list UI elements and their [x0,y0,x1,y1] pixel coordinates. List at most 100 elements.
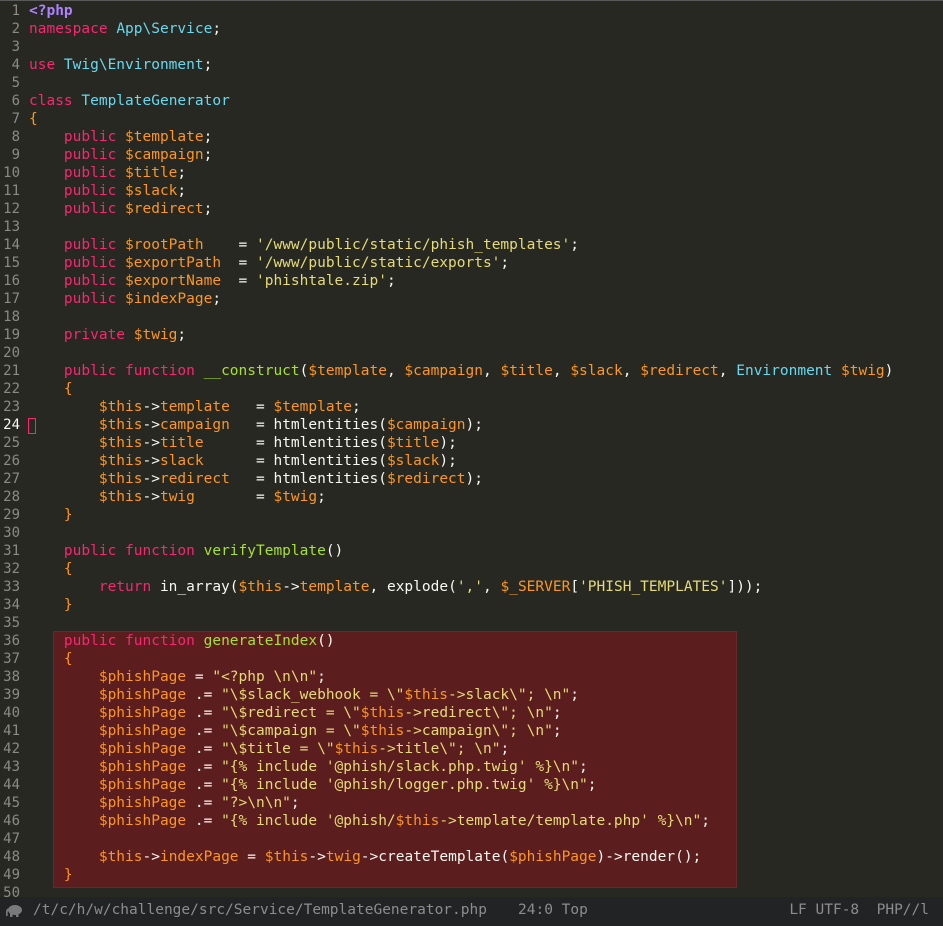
code-line[interactable]: public function verifyTemplate() [29,542,943,560]
code-line[interactable]: $this->redirect = htmlentities($redirect… [29,470,943,488]
code-line[interactable] [29,830,943,848]
code-token: .= [186,723,222,739]
code-line[interactable]: $this->indexPage = $this->twig->createTe… [29,848,943,866]
code-token: "\$slack_webhook = \" [221,687,405,703]
code-token: ; [177,183,187,199]
code-token: , [483,363,501,379]
code-token: Environment [736,363,841,379]
code-token: private [29,327,134,343]
code-line[interactable]: $this->campaign = htmlentities($campaign… [29,416,943,434]
line-number: 27 [3,471,20,487]
code-line[interactable]: use Twig\Environment; [29,56,943,74]
code-token: $redirect [640,363,719,379]
code-token: -> [142,417,160,433]
code-token: public [29,183,126,199]
code-token: campaign [159,417,230,433]
code-token: "\$title = \" [221,741,335,757]
code-token: "\$campaign = \" [221,723,361,739]
code-editor[interactable]: 1 2 3 4 5 6 7 8 9 10 11 12 13 14 15 16 17 18 19 20 21 22 23 24 2… [0,0,943,898]
code-line[interactable] [29,218,943,236]
code-line[interactable] [29,344,943,362]
code-line[interactable]: $phishPage .= "\$redirect = \"$this->red… [29,704,943,722]
code-line[interactable]: $phishPage .= "\$title = \"$this->title\… [29,740,943,758]
code-line[interactable]: { [29,110,943,128]
code-token: = [229,399,274,415]
code-line[interactable]: $this->slack = htmlentities($slack); [29,452,943,470]
code-token: ) [884,363,894,379]
code-line[interactable]: { [29,650,943,668]
code-line[interactable]: $phishPage .= "{% include '@phish/logger… [29,776,943,794]
code-line[interactable]: } [29,506,943,524]
line-number: 21 [3,363,20,379]
code-line[interactable]: public $rootPath = '/www/public/static/p… [29,236,943,254]
code-token: App\Service [116,21,213,37]
code-token: $campaign [386,417,466,433]
line-number: 38 [3,669,20,685]
code-line[interactable]: $phishPage .= "\$campaign = \"$this->cam… [29,722,943,740]
code-line[interactable]: } [29,596,943,614]
code-line[interactable]: public $redirect; [29,200,943,218]
code-token: $phishPage [29,777,187,793]
code-token: ; [290,795,300,811]
code-line[interactable]: $phishPage .= "\$slack_webhook = \"$this… [29,686,943,704]
code-token: "<?php \n\n" [212,669,318,685]
code-line[interactable]: { [29,380,943,398]
code-token: , [552,363,571,379]
line-number: 44 [3,777,20,793]
code-line[interactable]: public $title; [29,164,943,182]
code-token: ',' [456,579,484,595]
code-line[interactable] [29,614,943,632]
code-token: public function [29,363,204,379]
code-line[interactable]: } [29,866,943,884]
line-number: 45 [3,795,20,811]
line-number: 1 [11,3,20,19]
code-line[interactable]: namespace App\Service; [29,20,943,38]
code-token: redirect [159,471,230,487]
code-line[interactable]: public $template; [29,128,943,146]
code-line[interactable] [29,74,943,92]
code-line[interactable]: return in_array($this->template, explode… [29,578,943,596]
code-token: $phishPage [29,813,187,829]
code-token: template [159,399,230,415]
line-number: 23 [3,399,20,415]
code-line[interactable]: private $twig; [29,326,943,344]
code-line[interactable]: public $exportPath = '/www/public/static… [29,254,943,272]
code-line[interactable]: $phishPage .= "{% include '@phish/$this-… [29,812,943,830]
code-area[interactable]: <?php namespace App\Service; use Twig\Envi… [29,2,943,898]
code-line[interactable]: $phishPage = "<?php \n\n"; [29,668,943,686]
code-line[interactable]: public function generateIndex() [29,632,943,650]
code-token: 'PHISH_TEMPLATES' [579,579,728,595]
code-line[interactable]: class TemplateGenerator [29,92,943,110]
code-line[interactable]: public $exportName = 'phishtale.zip'; [29,272,943,290]
code-line[interactable]: public function __construct($template, $… [29,362,943,380]
code-line[interactable] [29,38,943,56]
code-line[interactable]: $phishPage .= "?>\n\n"; [29,794,943,812]
code-token: public [29,291,126,307]
code-token: $this [29,453,143,469]
line-number: 50 [3,885,20,898]
code-line[interactable]: public $slack; [29,182,943,200]
code-line[interactable]: $phishPage .= "{% include '@phish/slack.… [29,758,943,776]
line-number: 4 [11,57,20,73]
code-line[interactable]: $this->template = $template; [29,398,943,416]
code-line[interactable]: public $indexPage; [29,290,943,308]
code-line[interactable]: $this->title = htmlentities($title); [29,434,943,452]
code-token: .= [186,741,222,757]
code-line[interactable]: <?php [29,2,943,20]
code-token: public [29,255,126,271]
code-token: namespace [29,21,117,37]
code-line[interactable] [29,884,943,898]
code-token: $twig [133,327,178,343]
file-path: /t/c/h/w/challenge/src/Service/TemplateG… [33,902,487,918]
code-token: public function [29,543,204,559]
code-line[interactable] [29,308,943,326]
code-line[interactable]: $this->twig = $twig; [29,488,943,506]
code-token: $this [29,399,143,415]
code-line[interactable]: { [29,560,943,578]
code-token: $this [29,471,143,487]
code-token: $phishPage [29,687,187,703]
code-line[interactable] [29,524,943,542]
code-token: $this [29,489,143,505]
code-token: [ [570,579,580,595]
code-line[interactable]: public $campaign; [29,146,943,164]
